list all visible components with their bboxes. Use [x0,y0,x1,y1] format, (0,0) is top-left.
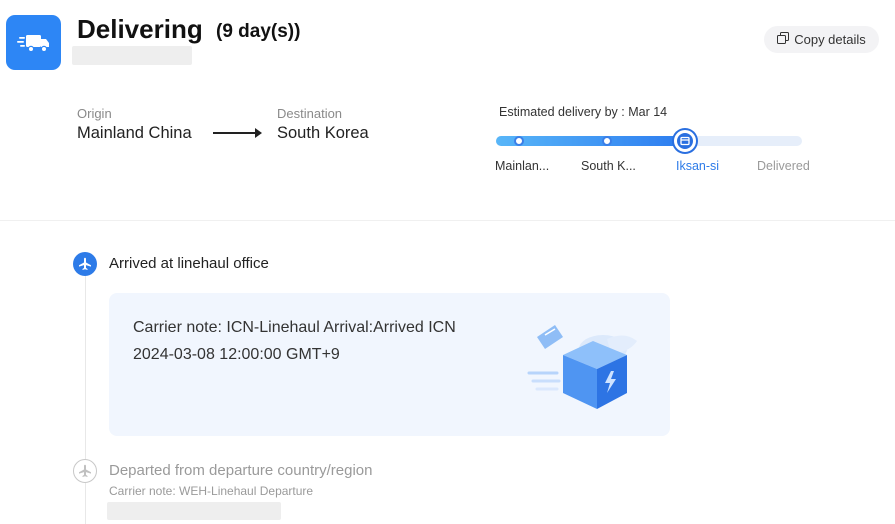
copy-details-label: Copy details [794,32,866,47]
progress-track [496,136,802,146]
origin-label: Origin [77,106,112,121]
parcel-illustration-icon [523,321,641,418]
step-label-origin: Mainlan... [495,159,550,173]
transit-duration: (9 day(s)) [216,21,301,42]
event-timestamp: 2024-03-08 12:00:00 GMT+9 [133,346,340,363]
copy-icon [777,32,790,47]
route-arrow-head [255,128,262,138]
event-title-current: Arrived at linehaul office [109,255,269,272]
progress-dot-2 [602,136,612,146]
destination-value: South Korea [277,124,369,142]
event-carrier-note: Carrier note: ICN-Linehaul Arrival:Arriv… [133,319,456,336]
progress-dot-1 [514,136,524,146]
event-title-past: Departed from departure country/region [109,462,373,479]
redacted-tracking-number [72,46,192,65]
status-title: Delivering [77,14,203,44]
airplane-icon [73,459,97,483]
destination-label: Destination [277,106,343,121]
step-label-city: Iksan-si [676,159,720,173]
current-location-icon [674,130,696,152]
tracking-page: Delivering (9 day(s)) Copy details Origi… [0,0,895,524]
step-label-delivered: Delivered [757,159,810,173]
timeline-line [85,276,86,524]
origin-value: Mainland China [77,124,192,142]
event-carrier-note-past: Carrier note: WEH-Linehaul Departure [109,484,314,498]
redacted-timestamp [107,502,281,520]
section-divider [0,220,895,221]
step-label-country: South K... [581,159,636,173]
estimated-delivery: Estimated delivery by : Mar 14 [499,105,668,119]
route-arrow [213,132,259,134]
truck-icon [6,15,61,70]
copy-details-button[interactable]: Copy details [764,26,879,53]
airplane-icon [73,252,97,276]
event-detail-card: Carrier note: ICN-Linehaul Arrival:Arriv… [109,293,670,436]
